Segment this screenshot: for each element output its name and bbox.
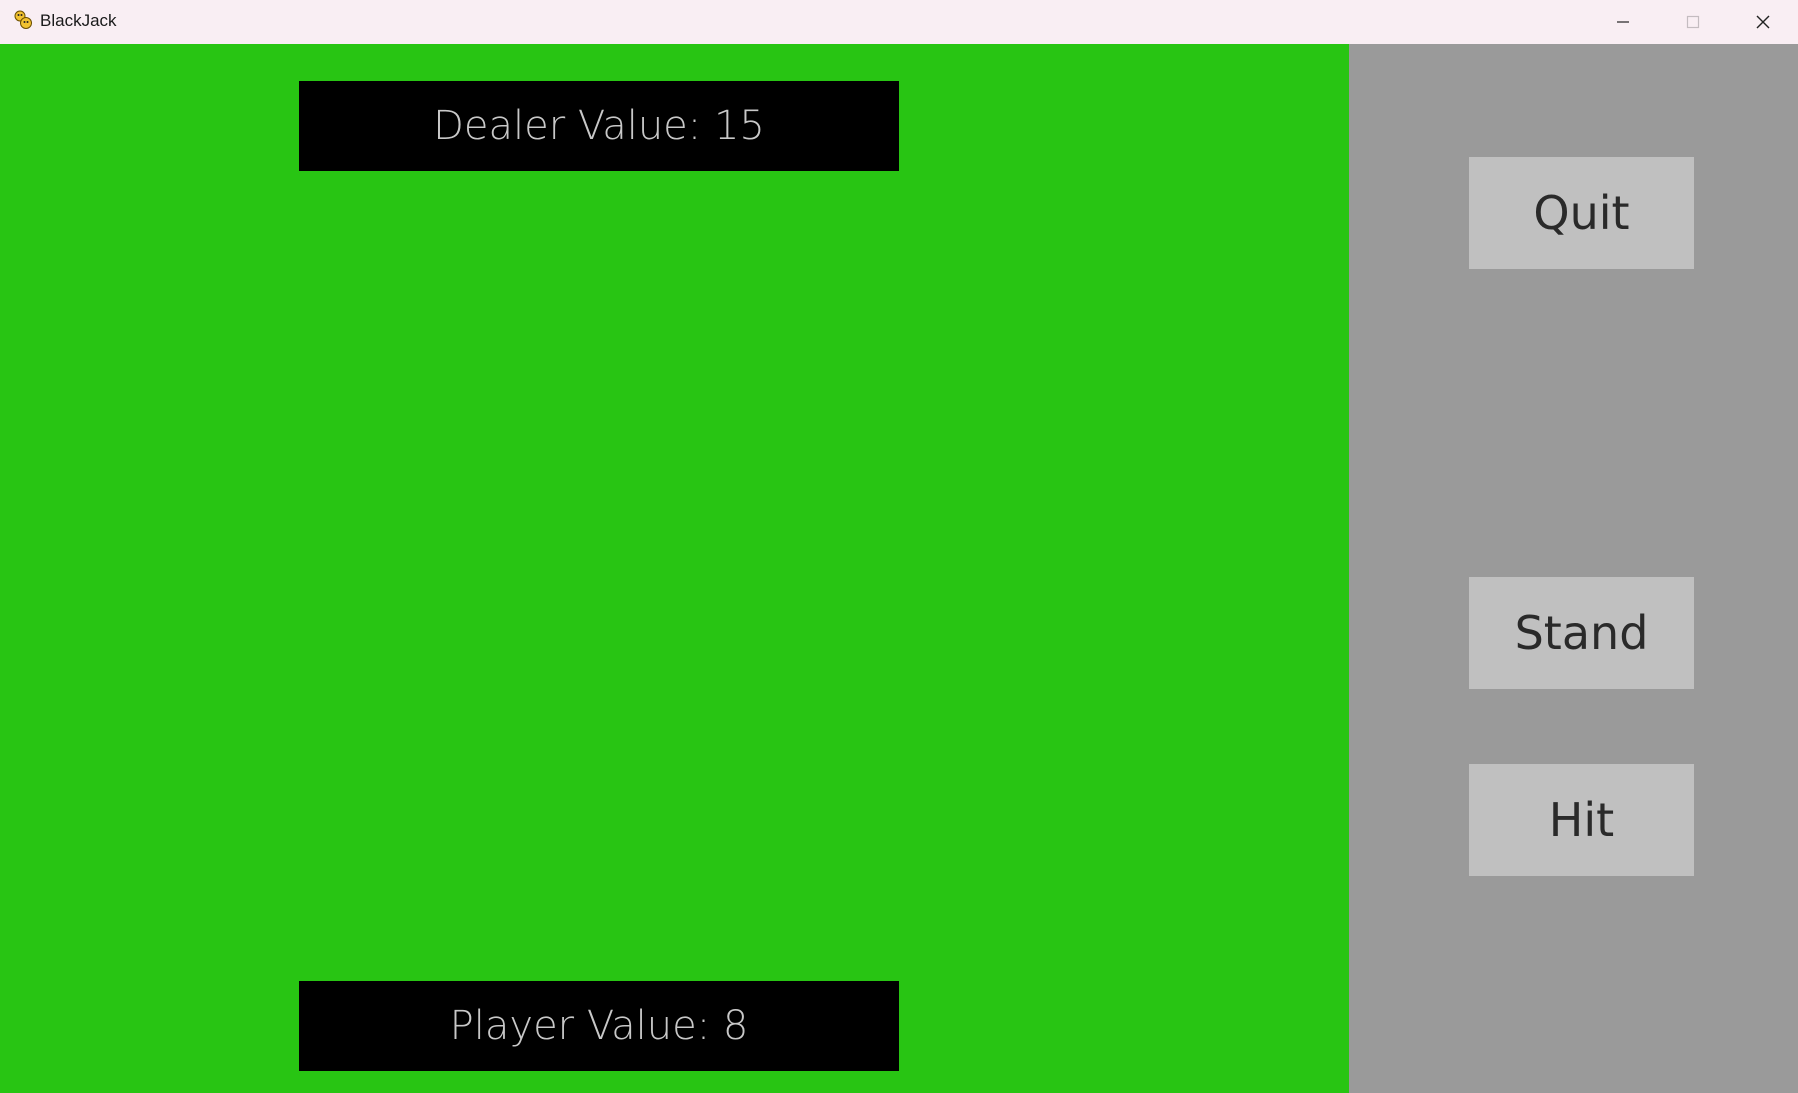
hit-button[interactable]: Hit	[1469, 764, 1694, 876]
player-value-display: Player Value: 8	[299, 981, 899, 1071]
minimize-icon	[1615, 14, 1631, 30]
window-title: BlackJack	[40, 11, 117, 30]
close-icon	[1755, 14, 1771, 30]
stand-button[interactable]: Stand	[1469, 577, 1694, 689]
close-button[interactable]	[1728, 0, 1798, 44]
maximize-icon	[1685, 14, 1701, 30]
card-table	[0, 44, 1349, 1093]
python-snake-icon	[12, 9, 34, 31]
title-bar[interactable]: BlackJack	[0, 0, 1798, 44]
dealer-value-display: Dealer Value: 15	[299, 81, 899, 171]
game-window: BlackJack Dealer Value: 15 Player Value:…	[0, 0, 1798, 1093]
quit-button[interactable]: Quit	[1469, 157, 1694, 269]
maximize-button[interactable]	[1658, 0, 1728, 44]
minimize-button[interactable]	[1588, 0, 1658, 44]
